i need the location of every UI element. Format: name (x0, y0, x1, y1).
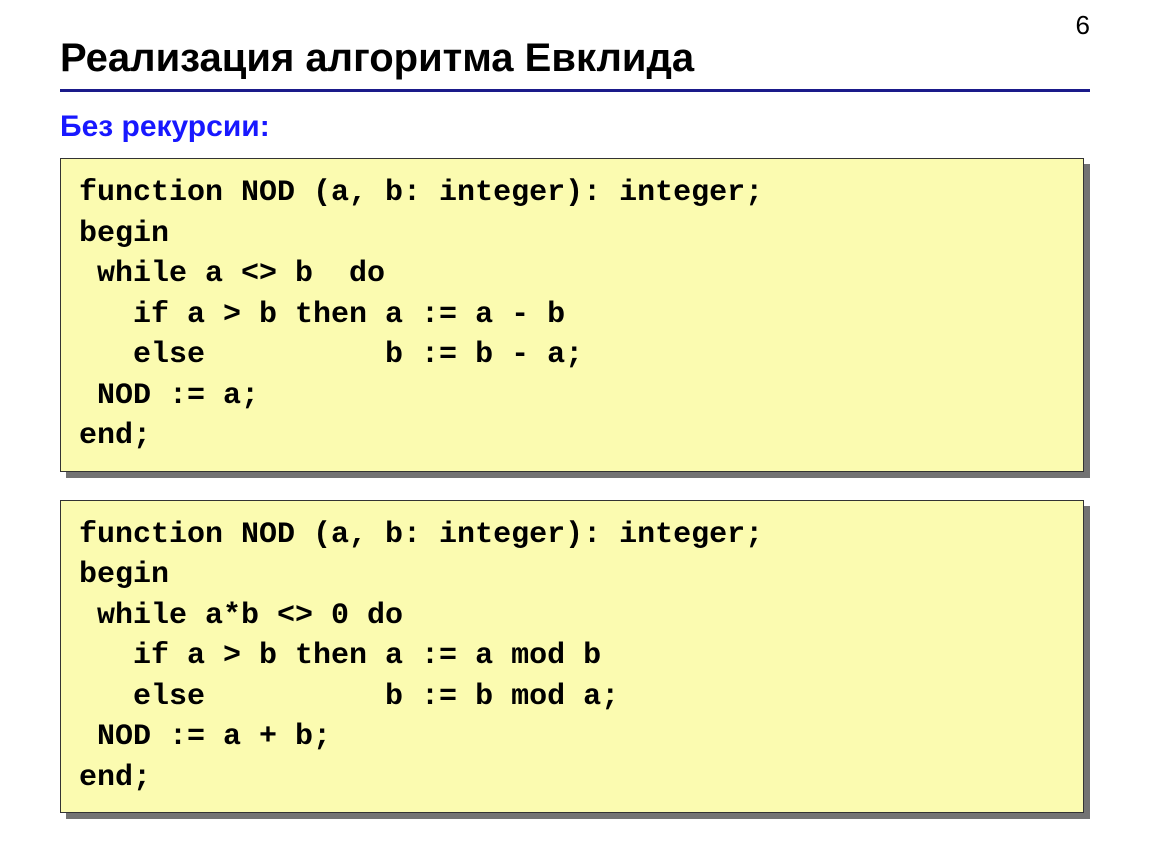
code-block-mod: function NOD (a, b: integer): integer; b… (60, 500, 1084, 814)
page-number: 6 (1076, 10, 1090, 41)
code-block-subtraction: function NOD (a, b: integer): integer; b… (60, 158, 1084, 472)
slide: 6 Реализация алгоритма Евклида Без рекур… (0, 0, 1150, 864)
title-divider (60, 89, 1090, 92)
subheading: Без рекурсии: (60, 110, 1090, 144)
slide-title: Реализация алгоритма Евклида (60, 36, 1090, 81)
